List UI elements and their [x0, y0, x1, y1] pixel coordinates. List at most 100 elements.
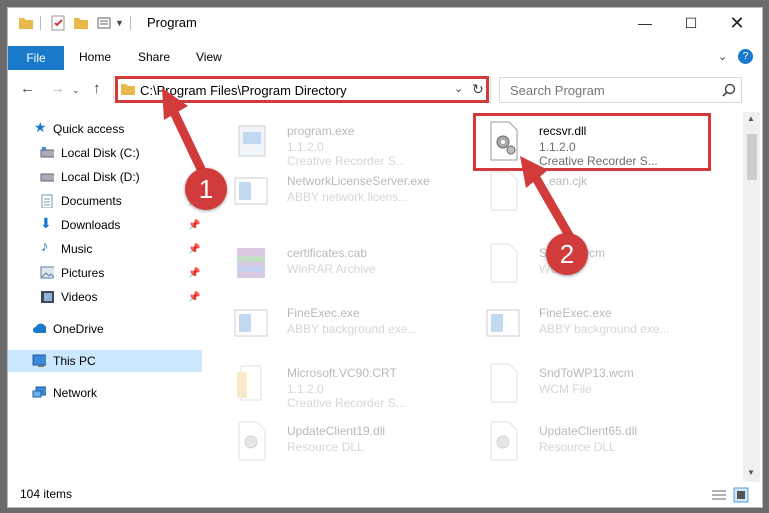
- file-item[interactable]: certificates.cab WinRAR Archive: [213, 238, 453, 288]
- file-detail: 1.1.2.0: [287, 140, 324, 154]
- file-item[interactable]: Microsoft.VC90.CRT 1.1.2.0 Creative Reco…: [213, 358, 453, 410]
- file-item[interactable]: FineExec.exe ABBY background exe...: [213, 298, 453, 348]
- file-name: FineExec.exe: [539, 306, 612, 320]
- cloud-icon: [33, 323, 46, 333]
- dll-gear-icon: [238, 421, 266, 461]
- file-detail: Resource DLL: [287, 440, 364, 454]
- maximize-button[interactable]: ☐: [668, 8, 714, 38]
- sidebar-item-label: Videos: [61, 290, 98, 304]
- file-name: UpdateClient65.dll: [539, 424, 638, 438]
- scrollbar-thumb[interactable]: [747, 134, 757, 180]
- search-box[interactable]: Search Program: [499, 77, 742, 103]
- chevron-down-icon[interactable]: ▼: [115, 18, 124, 28]
- status-bar: 104 items: [8, 484, 762, 507]
- exe-window-icon: [234, 177, 268, 205]
- sidebar-item-label: Network: [53, 386, 98, 400]
- pictures-icon: [40, 266, 54, 279]
- sidebar-item-downloads[interactable]: ⬇ Downloads 📌: [8, 214, 202, 236]
- file-item[interactable]: NetworkLicenseServer.exe ABBY network li…: [213, 166, 453, 216]
- computer-icon: [32, 354, 46, 367]
- customize-toolbar-icon[interactable]: [97, 16, 113, 30]
- sidebar-item-label: Pictures: [61, 266, 105, 280]
- folder-icon[interactable]: [18, 16, 34, 30]
- file-detail: ABBY background exe...: [539, 322, 670, 336]
- folder-doc-icon: [237, 365, 262, 401]
- sidebar-item-music[interactable]: ♪ Music 📌: [8, 238, 202, 260]
- annotation-step-2: 2: [546, 233, 588, 275]
- back-arrow-icon[interactable]: ←: [20, 80, 35, 97]
- sidebar-item-label: OneDrive: [53, 322, 104, 336]
- exe-icon: [238, 125, 266, 157]
- new-folder-icon[interactable]: [73, 16, 89, 30]
- file-item[interactable]: SndToWP13.wcm WCM File: [465, 358, 705, 408]
- tab-file[interactable]: File: [8, 46, 64, 70]
- music-icon: ♪: [41, 238, 49, 255]
- file-detail: ABBY background exe...: [287, 322, 418, 336]
- star-icon: ★: [34, 119, 47, 135]
- navigation-bar: ← → ⌄ ↑ C:\Program Files\Program Directo…: [8, 74, 762, 104]
- file-icon: [490, 363, 518, 403]
- sidebar-item-label: Local Disk (D:): [61, 170, 140, 184]
- downloads-icon: ⬇: [40, 215, 52, 231]
- sidebar-item-onedrive[interactable]: OneDrive: [8, 318, 202, 340]
- file-name: certificates.cab: [287, 246, 368, 260]
- dll-gear-icon: [490, 421, 518, 461]
- drive-icon: [40, 173, 54, 182]
- file-detail: Resource DLL: [539, 440, 616, 454]
- archive-icon: [237, 248, 265, 278]
- pin-icon[interactable]: 📌: [188, 244, 200, 255]
- search-placeholder: Search Program: [510, 83, 605, 98]
- vertical-scrollbar[interactable]: ▲ ▼: [743, 112, 760, 482]
- forward-arrow-icon[interactable]: →: [50, 80, 65, 97]
- minimize-button[interactable]: —: [622, 8, 668, 38]
- quick-access-toolbar: ▼: [18, 14, 139, 32]
- title-bar: ▼ Program — ☐ ✕: [8, 8, 762, 38]
- file-name: program.exe: [287, 124, 355, 138]
- file-detail: 1.1.2.0: [287, 382, 324, 396]
- tab-home[interactable]: Home: [79, 50, 111, 64]
- documents-icon: [41, 194, 53, 208]
- explorer-window: ▼ Program — ☐ ✕ File Home Share View ⌄ ?…: [7, 7, 763, 508]
- file-detail: Creative Recorder S...: [287, 396, 406, 410]
- pin-icon[interactable]: 📌: [188, 220, 200, 231]
- item-count: 104 items: [20, 487, 73, 501]
- ribbon-tabs: File Home Share View ⌄ ?: [8, 46, 762, 70]
- up-arrow-icon[interactable]: ↑: [93, 80, 101, 97]
- window-title: Program: [147, 15, 197, 30]
- file-item[interactable]: UpdateClient65.dll Resource DLL: [465, 416, 705, 466]
- exe-window-icon: [486, 309, 520, 337]
- sidebar-item-label: Music: [61, 242, 93, 256]
- recent-locations-icon[interactable]: ⌄: [72, 85, 80, 96]
- expand-ribbon-icon[interactable]: ⌄: [718, 50, 727, 63]
- scroll-down-icon[interactable]: ▼: [747, 468, 755, 477]
- pin-icon[interactable]: 📌: [188, 292, 200, 303]
- search-icon[interactable]: [722, 83, 736, 97]
- sidebar-item-videos[interactable]: Videos 📌: [8, 286, 202, 308]
- scroll-up-icon[interactable]: ▲: [747, 114, 755, 123]
- videos-icon: [41, 291, 54, 303]
- file-name: NetworkLicenseServer.exe: [287, 174, 430, 188]
- sidebar-item-pictures[interactable]: Pictures 📌: [8, 262, 202, 284]
- annotation-step-1: 1: [185, 168, 227, 210]
- file-item[interactable]: UpdateClient19.dll Resource DLL: [213, 416, 453, 466]
- sidebar-item-label: Quick access: [53, 122, 125, 136]
- properties-icon[interactable]: [51, 15, 65, 31]
- file-item[interactable]: FineExec.exe ABBY background exe...: [465, 298, 705, 348]
- file-name: FineExec.exe: [287, 306, 360, 320]
- file-item[interactable]: program.exe 1.1.2.0 Creative Recorder S.…: [213, 116, 453, 168]
- file-detail: WinRAR Archive: [287, 262, 376, 276]
- sidebar-item-this-pc[interactable]: This PC: [8, 350, 202, 372]
- help-icon[interactable]: ?: [738, 49, 753, 64]
- close-button[interactable]: ✕: [714, 8, 760, 38]
- pin-icon[interactable]: 📌: [188, 268, 200, 279]
- drive-icon: [40, 147, 54, 158]
- tab-view[interactable]: View: [196, 50, 222, 64]
- sidebar-item-label: This PC: [53, 354, 96, 368]
- tab-share[interactable]: Share: [138, 50, 170, 64]
- tiles-view-icon[interactable]: [733, 487, 749, 503]
- sidebar-item-network[interactable]: Network: [8, 382, 202, 404]
- file-name: UpdateClient19.dll: [287, 424, 386, 438]
- details-view-icon[interactable]: [711, 489, 727, 501]
- sidebar-item-label: Documents: [61, 194, 122, 208]
- file-detail: WCM File: [539, 382, 592, 396]
